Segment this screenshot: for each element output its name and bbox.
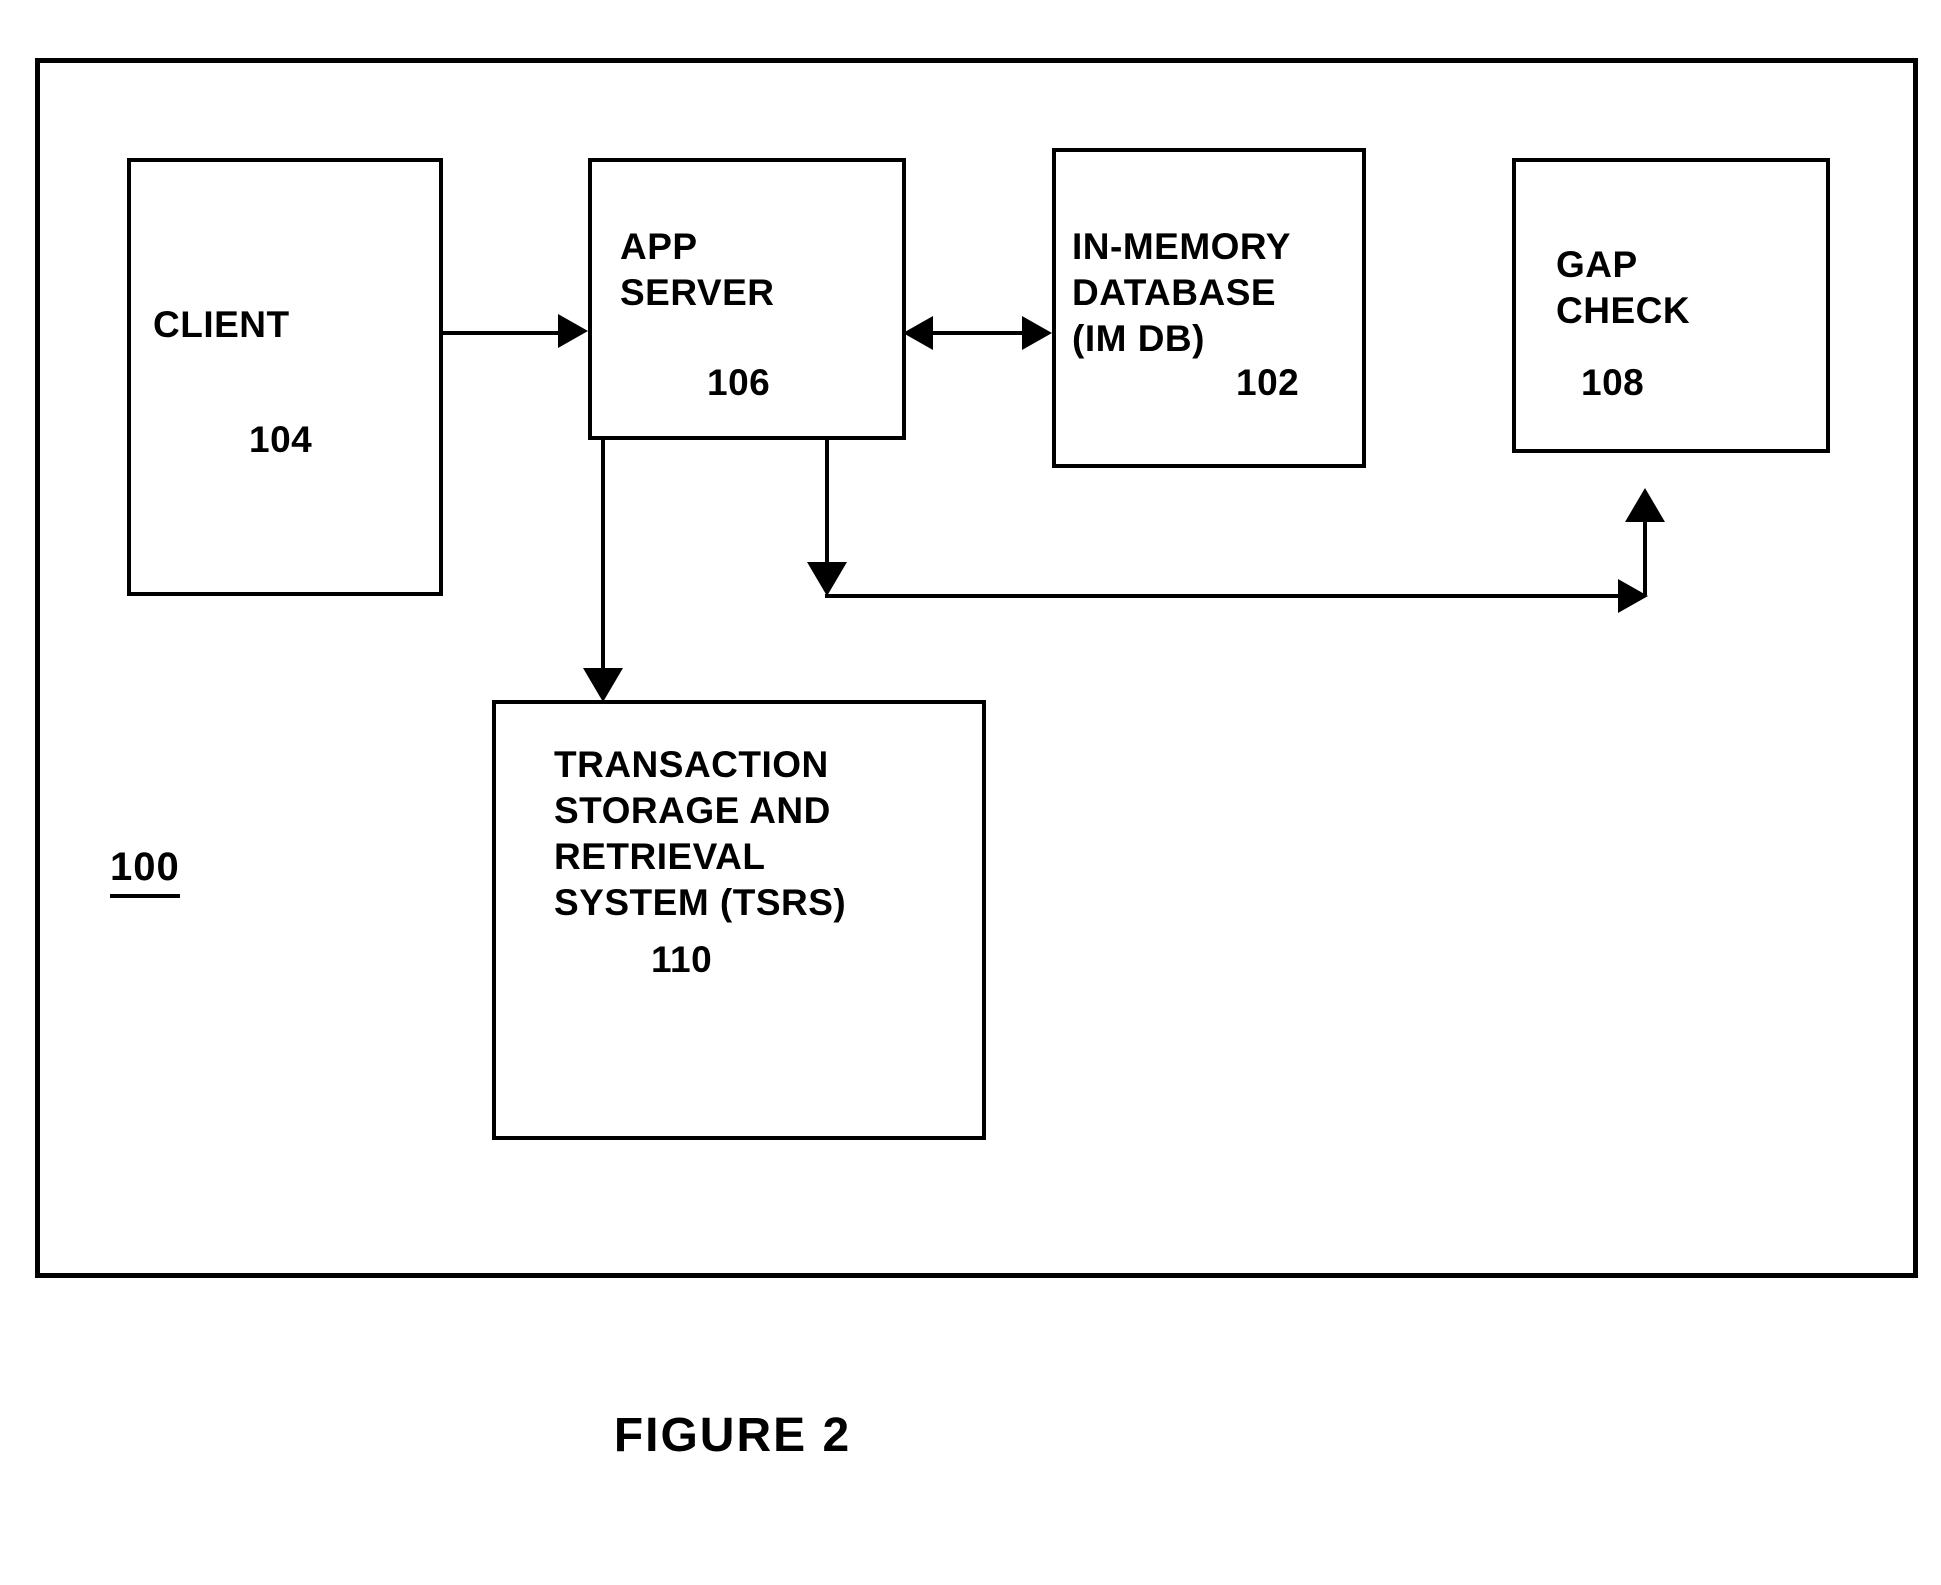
node-client-ref: 104 bbox=[249, 419, 313, 460]
node-gap-check: GAP CHECK 108 bbox=[1512, 158, 1830, 453]
node-in-memory-database-label: IN-MEMORY DATABASE (IM DB) bbox=[1072, 226, 1291, 359]
node-app-server: APP SERVER 106 bbox=[588, 158, 906, 440]
node-in-memory-database: IN-MEMORY DATABASE (IM DB) 102 bbox=[1052, 148, 1366, 468]
node-transaction-storage-retrieval-system: TRANSACTION STORAGE AND RETRIEVAL SYSTEM… bbox=[492, 700, 986, 1140]
connector-gap-check-arrowhead-up bbox=[1625, 488, 1665, 522]
patent-figure-page: CLIENT 104 APP SERVER 106 IN-MEMORY DATA… bbox=[0, 0, 1941, 1585]
connector-app-server-to-imdb-arrowhead-left bbox=[903, 316, 933, 350]
connector-app-server-to-tsrs-arrowhead bbox=[583, 668, 623, 702]
node-app-server-label: APP SERVER bbox=[620, 226, 775, 313]
connector-client-to-app-server-arrowhead bbox=[558, 314, 588, 348]
figure-caption: FIGURE 2 bbox=[613, 1409, 852, 1462]
connector-app-server-to-gap-check-vertical bbox=[825, 440, 829, 570]
connector-app-server-to-imdb-line bbox=[925, 331, 1037, 335]
system-reference-numeral: 100 bbox=[110, 845, 180, 898]
connector-client-to-app-server-line bbox=[443, 331, 563, 335]
node-tsrs-label: TRANSACTION STORAGE AND RETRIEVAL SYSTEM… bbox=[554, 744, 847, 923]
node-tsrs-ref: 110 bbox=[651, 939, 713, 980]
node-app-server-ref: 106 bbox=[707, 362, 771, 403]
connector-app-server-to-gap-check-horizontal bbox=[825, 594, 1645, 598]
node-client-label: CLIENT bbox=[153, 304, 290, 345]
connector-app-server-to-gap-check-arrowhead-down bbox=[807, 562, 847, 596]
connector-app-server-to-tsrs-line bbox=[601, 440, 605, 685]
node-in-memory-database-ref: 102 bbox=[1236, 362, 1300, 403]
node-gap-check-ref: 108 bbox=[1581, 362, 1645, 403]
connector-app-server-to-imdb-arrowhead-right bbox=[1022, 316, 1052, 350]
node-client: CLIENT 104 bbox=[127, 158, 443, 596]
node-gap-check-label: GAP CHECK bbox=[1556, 244, 1691, 331]
